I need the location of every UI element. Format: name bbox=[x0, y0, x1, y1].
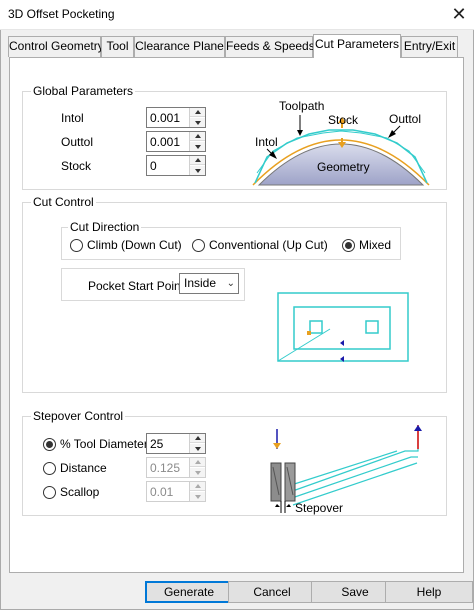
diagram-toolpath-label: Toolpath bbox=[279, 99, 324, 113]
tab-cut-parameters[interactable]: Cut Parameters bbox=[313, 34, 401, 58]
diagram-outtol-label: Outtol bbox=[389, 112, 421, 126]
radio-conventional[interactable]: Conventional (Up Cut) bbox=[192, 238, 328, 252]
diagram-stock-label: Stock bbox=[328, 113, 359, 127]
retract-arrow-icon bbox=[414, 425, 422, 431]
scallop-input[interactable] bbox=[147, 482, 189, 501]
distance-spinner bbox=[146, 457, 206, 478]
radio-distance-label: Distance bbox=[60, 461, 107, 475]
stock-up-icon[interactable] bbox=[190, 156, 205, 165]
pocket-start-value: Inside bbox=[184, 276, 217, 290]
cut-parameters-panel: Global Parameters Intol Outtol Stock bbox=[9, 57, 464, 573]
pocket-start-box: Pocket Start Point Inside ⌄ bbox=[61, 268, 245, 301]
diagram-intol-label: Intol bbox=[255, 135, 278, 149]
window-title: 3D Offset Pocketing bbox=[8, 7, 115, 21]
radio-scallop[interactable]: Scallop bbox=[43, 485, 99, 499]
distance-down-icon[interactable] bbox=[190, 468, 205, 477]
radio-distance-circle[interactable] bbox=[43, 461, 56, 475]
cut-direction-box: Cut Direction Climb (Down Cut) Conventio… bbox=[61, 220, 401, 260]
pocket-start-diagram bbox=[277, 292, 409, 362]
stock-spinner bbox=[146, 155, 206, 176]
radio-tool-diameter[interactable]: % Tool Diameter bbox=[43, 437, 148, 451]
radio-climb[interactable]: Climb (Down Cut) bbox=[70, 238, 182, 252]
pocket-start-marker bbox=[307, 331, 311, 335]
tab-entry-exit[interactable]: Entry/Exit bbox=[401, 36, 458, 57]
intol-spinner bbox=[146, 107, 206, 128]
pocket-island-right bbox=[365, 320, 379, 334]
intol-down-icon[interactable] bbox=[190, 118, 205, 127]
pocket-start-label: Pocket Start Point bbox=[88, 279, 185, 293]
stock-down-icon[interactable] bbox=[190, 166, 205, 175]
tolerance-diagram: Toolpath Stock Outtol Intol Geometry bbox=[252, 99, 430, 186]
stock-label: Stock bbox=[61, 159, 92, 173]
radio-mixed[interactable]: Mixed bbox=[342, 238, 391, 252]
help-button[interactable]: Help bbox=[385, 581, 473, 603]
intol-label: Intol bbox=[61, 111, 84, 125]
radio-mixed-label: Mixed bbox=[359, 238, 392, 252]
radio-distance[interactable]: Distance bbox=[43, 461, 107, 475]
scallop-down-icon[interactable] bbox=[190, 492, 205, 501]
diagram-geometry-label: Geometry bbox=[317, 160, 370, 174]
outtol-down-icon[interactable] bbox=[190, 142, 205, 151]
stepover-diagram: Stepover bbox=[270, 425, 422, 515]
tab-feeds-speeds[interactable]: Feeds & Speeds bbox=[225, 36, 315, 57]
direction-arrow-inner-icon bbox=[340, 340, 344, 346]
title-bar: 3D Offset Pocketing ✕ bbox=[0, 0, 474, 30]
pocket-island-left bbox=[309, 320, 323, 334]
radio-scallop-circle[interactable] bbox=[43, 485, 56, 499]
scallop-up-icon[interactable] bbox=[190, 482, 205, 491]
radio-climb-circle[interactable] bbox=[70, 238, 83, 252]
cancel-button[interactable]: Cancel bbox=[228, 581, 316, 603]
close-icon[interactable]: ✕ bbox=[444, 0, 474, 30]
radio-conventional-circle[interactable] bbox=[192, 238, 205, 252]
outtol-label: Outtol bbox=[61, 135, 94, 149]
stepover-diagram-label: Stepover bbox=[295, 501, 343, 515]
stock-input[interactable] bbox=[147, 156, 189, 175]
tool-diameter-up-icon[interactable] bbox=[190, 434, 205, 443]
radio-tool-diameter-label: % Tool Diameter bbox=[60, 437, 148, 451]
pocket-start-select[interactable]: Inside ⌄ bbox=[179, 273, 239, 294]
tab-tool[interactable]: Tool bbox=[101, 36, 134, 57]
intol-input[interactable] bbox=[147, 108, 189, 127]
radio-tool-diameter-circle[interactable] bbox=[43, 437, 56, 451]
cut-direction-legend: Cut Direction bbox=[68, 220, 142, 234]
stepover-control-legend: Stepover Control bbox=[31, 409, 126, 423]
distance-input[interactable] bbox=[147, 458, 189, 477]
radio-scallop-label: Scallop bbox=[60, 485, 100, 499]
chevron-down-icon: ⌄ bbox=[226, 278, 235, 289]
tab-control-geometry[interactable]: Control Geometry bbox=[8, 36, 104, 57]
tool-diameter-down-icon[interactable] bbox=[190, 444, 205, 453]
stepover-control-group: Stepover Control % Tool Diameter Distanc… bbox=[22, 409, 447, 516]
plunge-arrow-icon bbox=[273, 443, 281, 449]
cut-control-legend: Cut Control bbox=[31, 195, 96, 209]
outtol-spinner bbox=[146, 131, 206, 152]
scallop-spinner bbox=[146, 481, 206, 502]
radio-climb-label: Climb (Down Cut) bbox=[87, 238, 182, 252]
global-parameters-group: Global Parameters Intol Outtol Stock bbox=[22, 84, 447, 190]
tool-diameter-spinner bbox=[146, 433, 206, 454]
outtol-up-icon[interactable] bbox=[190, 132, 205, 141]
radio-conventional-label: Conventional (Up Cut) bbox=[209, 238, 328, 252]
outtol-input[interactable] bbox=[147, 132, 189, 151]
global-parameters-legend: Global Parameters bbox=[31, 84, 136, 98]
intol-up-icon[interactable] bbox=[190, 108, 205, 117]
radio-mixed-circle[interactable] bbox=[342, 238, 355, 252]
distance-up-icon[interactable] bbox=[190, 458, 205, 467]
tool-diameter-input[interactable] bbox=[147, 434, 189, 453]
tab-clearance-plane[interactable]: Clearance Plane bbox=[134, 36, 225, 57]
generate-button[interactable]: Generate bbox=[145, 581, 233, 603]
cut-control-group: Cut Control Cut Direction Climb (Down Cu… bbox=[22, 195, 447, 393]
